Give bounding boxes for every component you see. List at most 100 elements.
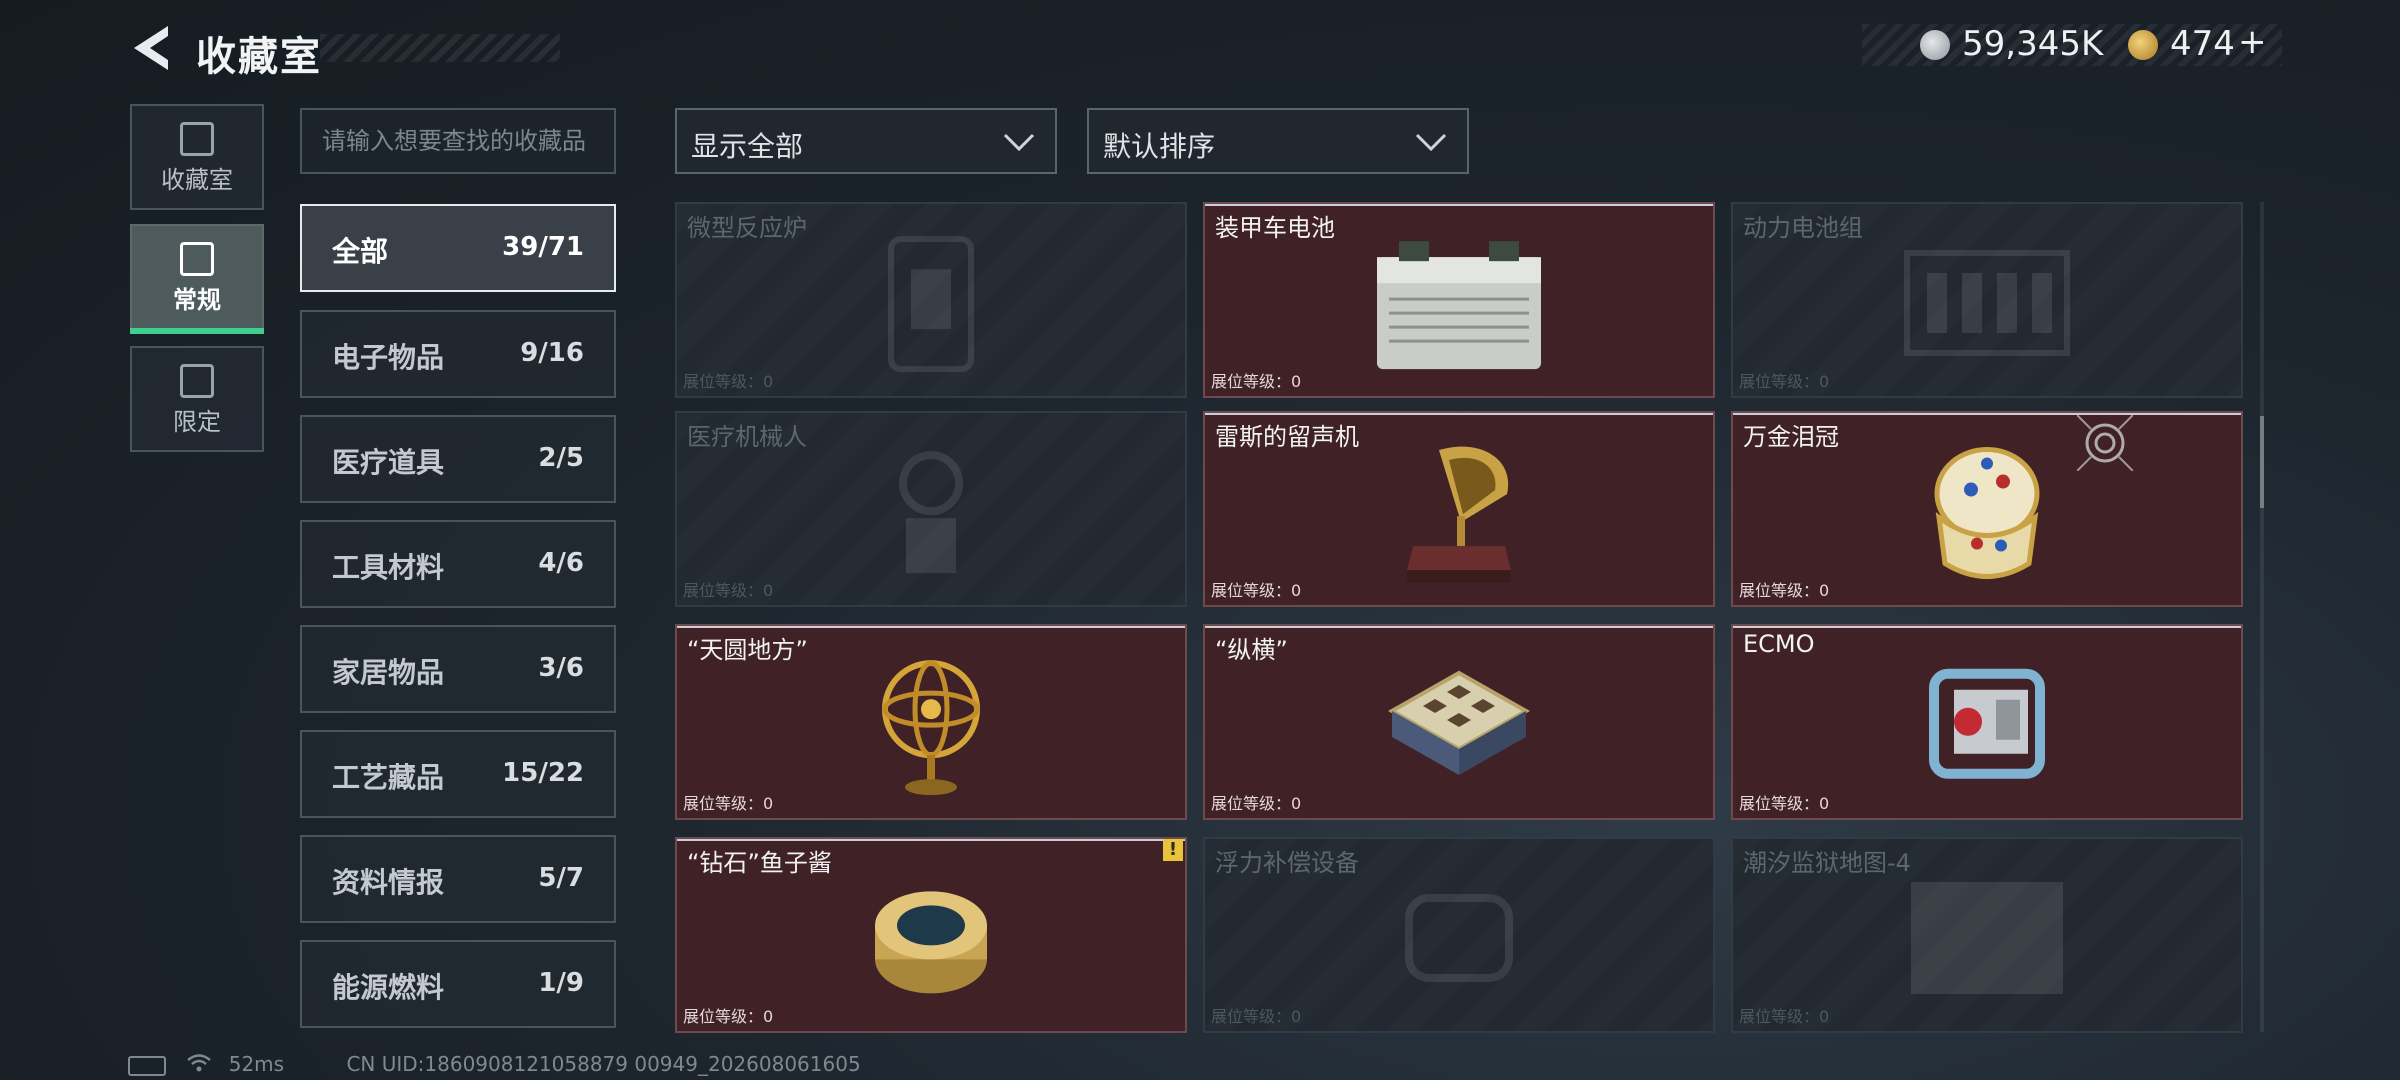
- item-level: 展位等级：0: [683, 581, 774, 600]
- chevron-down-icon: [1003, 133, 1035, 152]
- armored-battery-icon: [1359, 229, 1559, 383]
- category-count: 2/5: [538, 443, 584, 473]
- collection-room-icon: [180, 122, 214, 156]
- item-name: “钻石”鱼子酱: [687, 849, 832, 877]
- category-count: 15/22: [502, 758, 584, 788]
- category-tools[interactable]: 工具材料 4/6: [300, 520, 616, 608]
- rail-collection-room[interactable]: 收藏室: [130, 104, 264, 210]
- item-level: 展位等级：0: [683, 372, 774, 391]
- item-level: 展位等级：0: [1739, 372, 1830, 391]
- sort-dropdown[interactable]: 默认排序: [1087, 108, 1469, 174]
- item-level: 展位等级：0: [683, 1007, 774, 1026]
- category-name: 工艺藏品: [332, 761, 445, 794]
- category-count: 1/9: [538, 968, 584, 998]
- add-currency-button[interactable]: +: [2238, 22, 2267, 62]
- item-name: “天圆地方”: [687, 636, 808, 664]
- item-card-micro-reactor[interactable]: 微型反应炉 展位等级：0: [675, 202, 1187, 398]
- silver-amount: 59,345K: [1962, 24, 2104, 64]
- title-decoration: [320, 34, 560, 62]
- alert-badge: !: [1163, 839, 1183, 861]
- chevron-down-icon: [1415, 133, 1447, 152]
- item-level: 展位等级：0: [1739, 1007, 1830, 1026]
- rail-limited[interactable]: 限定: [130, 346, 264, 452]
- item-level: 展位等级：0: [1211, 794, 1302, 813]
- category-household[interactable]: 家居物品 3/6: [300, 625, 616, 713]
- category-name: 能源燃料: [332, 971, 445, 1004]
- category-intel[interactable]: 资料情报 5/7: [300, 835, 616, 923]
- category-crafts[interactable]: 工艺藏品 15/22: [300, 730, 616, 818]
- item-name: 潮汐监狱地图-4: [1743, 849, 1911, 877]
- target-icon: [2076, 414, 2134, 475]
- limited-icon: [180, 364, 214, 398]
- filter-value: 显示全部: [691, 130, 804, 163]
- category-medical[interactable]: 医疗道具 2/5: [300, 415, 616, 503]
- item-name: ECMO: [1743, 630, 1815, 658]
- regular-icon: [180, 242, 214, 276]
- item-card-medical-robot[interactable]: 医疗机械人 展位等级：0: [675, 411, 1187, 607]
- category-name: 医疗道具: [332, 446, 445, 479]
- item-level: 展位等级：0: [1211, 581, 1302, 600]
- uid-text: CN UID:1860908121058879 00949_2026080616…: [346, 1052, 861, 1076]
- item-name: 雷斯的留声机: [1215, 423, 1359, 451]
- scrollbar-track[interactable]: [2260, 202, 2264, 1032]
- item-card-jeweled-egg[interactable]: 万金泪冠 展位等级：0: [1731, 411, 2243, 607]
- ping-value: 52ms: [228, 1052, 285, 1076]
- gold-amount: 474: [2170, 24, 2235, 64]
- back-arrow-icon: [134, 26, 168, 70]
- item-card-chess-board[interactable]: “纵横” 展位等级：0: [1203, 624, 1715, 820]
- item-card-caviar[interactable]: ! “钻石”鱼子酱 展位等级：0: [675, 837, 1187, 1033]
- item-card-armored-battery[interactable]: 装甲车电池 展位等级：0: [1203, 202, 1715, 398]
- caviar-tin-icon: [866, 873, 996, 1007]
- back-button[interactable]: [128, 22, 178, 74]
- item-card-armillary-sphere[interactable]: “天圆地方” 展位等级：0: [675, 624, 1187, 820]
- gold-coin-icon: [2128, 30, 2158, 60]
- category-electronics[interactable]: 电子物品 9/16: [300, 310, 616, 398]
- item-name: 装甲车电池: [1215, 214, 1335, 242]
- category-count: 9/16: [520, 338, 584, 368]
- category-count: 4/6: [538, 548, 584, 578]
- item-card-prison-map[interactable]: 潮汐监狱地图-4 展位等级：0: [1731, 837, 2243, 1033]
- rail-regular[interactable]: 常规: [130, 224, 264, 334]
- status-footer: 52ms CN UID:1860908121058879 00949_20260…: [128, 1052, 861, 1078]
- medical-robot-icon: [871, 438, 991, 592]
- item-level: 展位等级：0: [1211, 372, 1302, 391]
- category-name: 工具材料: [332, 551, 445, 584]
- armillary-sphere-icon: [871, 651, 991, 805]
- filter-dropdown[interactable]: 显示全部: [675, 108, 1057, 174]
- wifi-icon: [186, 1053, 212, 1078]
- jeweled-egg-icon: [1917, 434, 2057, 598]
- search-input[interactable]: [300, 108, 616, 174]
- item-level: 展位等级：0: [1211, 1007, 1302, 1026]
- sort-value: 默认排序: [1103, 130, 1216, 163]
- item-card-power-battery-pack[interactable]: 动力电池组 展位等级：0: [1731, 202, 2243, 398]
- category-name: 全部: [332, 235, 389, 268]
- rail-label: 常规: [173, 286, 221, 314]
- category-count: 3/6: [538, 653, 584, 683]
- chess-board-icon: [1384, 665, 1534, 789]
- currency-bar: 59,345K 474 +: [1862, 22, 2282, 66]
- buoyancy-device-icon: [1389, 878, 1529, 1002]
- page-title: 收藏室: [196, 34, 322, 80]
- item-level: 展位等级：0: [683, 794, 774, 813]
- ecmo-machine-icon: [1912, 656, 2062, 800]
- rail-label: 限定: [173, 408, 221, 436]
- category-name: 资料情报: [332, 866, 445, 899]
- rail-label: 收藏室: [161, 166, 233, 194]
- item-level: 展位等级：0: [1739, 794, 1830, 813]
- item-name: 万金泪冠: [1743, 423, 1839, 451]
- item-level: 展位等级：0: [1739, 581, 1830, 600]
- item-card-ecmo[interactable]: ECMO 展位等级：0: [1731, 624, 2243, 820]
- category-count: 5/7: [538, 863, 584, 893]
- item-name: “纵横”: [1215, 636, 1288, 664]
- scrollbar-thumb[interactable]: [2260, 416, 2264, 508]
- item-name: 微型反应炉: [687, 214, 807, 242]
- category-count: 39/71: [502, 232, 584, 262]
- item-name: 动力电池组: [1743, 214, 1863, 242]
- category-energy[interactable]: 能源燃料 1/9: [300, 940, 616, 1028]
- item-card-buoyancy-device[interactable]: 浮力补偿设备 展位等级：0: [1203, 837, 1715, 1033]
- category-name: 家居物品: [332, 656, 445, 689]
- prison-map-icon: [1907, 878, 2067, 1002]
- category-all[interactable]: 全部 39/71: [300, 204, 616, 292]
- item-name: 医疗机械人: [687, 423, 807, 451]
- item-card-gramophone[interactable]: 雷斯的留声机 展位等级：0: [1203, 411, 1715, 607]
